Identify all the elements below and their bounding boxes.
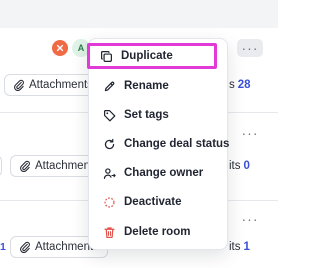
menu-item-delete-room[interactable]: Delete room	[97, 219, 221, 245]
menu-item-duplicate[interactable]: Duplicate	[87, 43, 217, 69]
row-metric: s 28	[229, 79, 251, 91]
menu-item-label: Set tags	[124, 109, 169, 121]
tag-icon	[104, 109, 116, 121]
menu-item-rename[interactable]: Rename	[97, 73, 221, 99]
paperclip-icon	[14, 79, 24, 91]
avatar	[52, 40, 68, 56]
row-metric-count: 0	[243, 160, 250, 172]
room-actions-menu: Duplicate Rename Set tags Change deal st…	[87, 38, 229, 250]
deactivate-icon	[104, 196, 115, 208]
menu-item-set-tags[interactable]: Set tags	[97, 102, 221, 128]
menu-item-label: Delete room	[124, 226, 191, 238]
more-options-button[interactable]: ···	[237, 210, 263, 228]
row-metric-label: its	[229, 160, 241, 172]
menu-item-label: Deactivate	[124, 196, 182, 208]
status-cycle-icon	[104, 138, 115, 149]
menu-item-label: Duplicate	[121, 50, 173, 62]
menu-item-label: Change deal status	[124, 138, 230, 150]
row-metric-count: 1	[243, 241, 250, 253]
menu-item-change-owner[interactable]: Change owner	[97, 160, 221, 186]
menu-item-label: Change owner	[124, 167, 204, 179]
row-metric: its 1	[229, 241, 250, 253]
more-options-button[interactable]: ···	[237, 39, 263, 57]
trash-icon	[104, 226, 115, 238]
row-band	[0, 0, 278, 28]
more-options-button[interactable]: ···	[237, 124, 263, 142]
paperclip-icon	[20, 160, 30, 172]
duplicate-icon	[101, 50, 112, 62]
row-metric-count: 28	[237, 79, 251, 91]
chip-fragment	[0, 155, 2, 177]
pencil-icon	[104, 81, 115, 91]
menu-item-deactivate[interactable]: Deactivate	[97, 189, 221, 215]
attachments-label: Attachments	[29, 79, 93, 91]
row-metric-label: s	[229, 79, 235, 91]
paperclip-icon	[20, 241, 30, 253]
user-swap-icon	[103, 167, 116, 179]
menu-item-label: Rename	[124, 80, 169, 92]
row-left-count: 1	[0, 241, 6, 253]
row-metric: its 0	[229, 160, 250, 172]
menu-item-change-deal-status[interactable]: Change deal status	[97, 131, 229, 157]
row-metric-label: its	[229, 241, 241, 253]
